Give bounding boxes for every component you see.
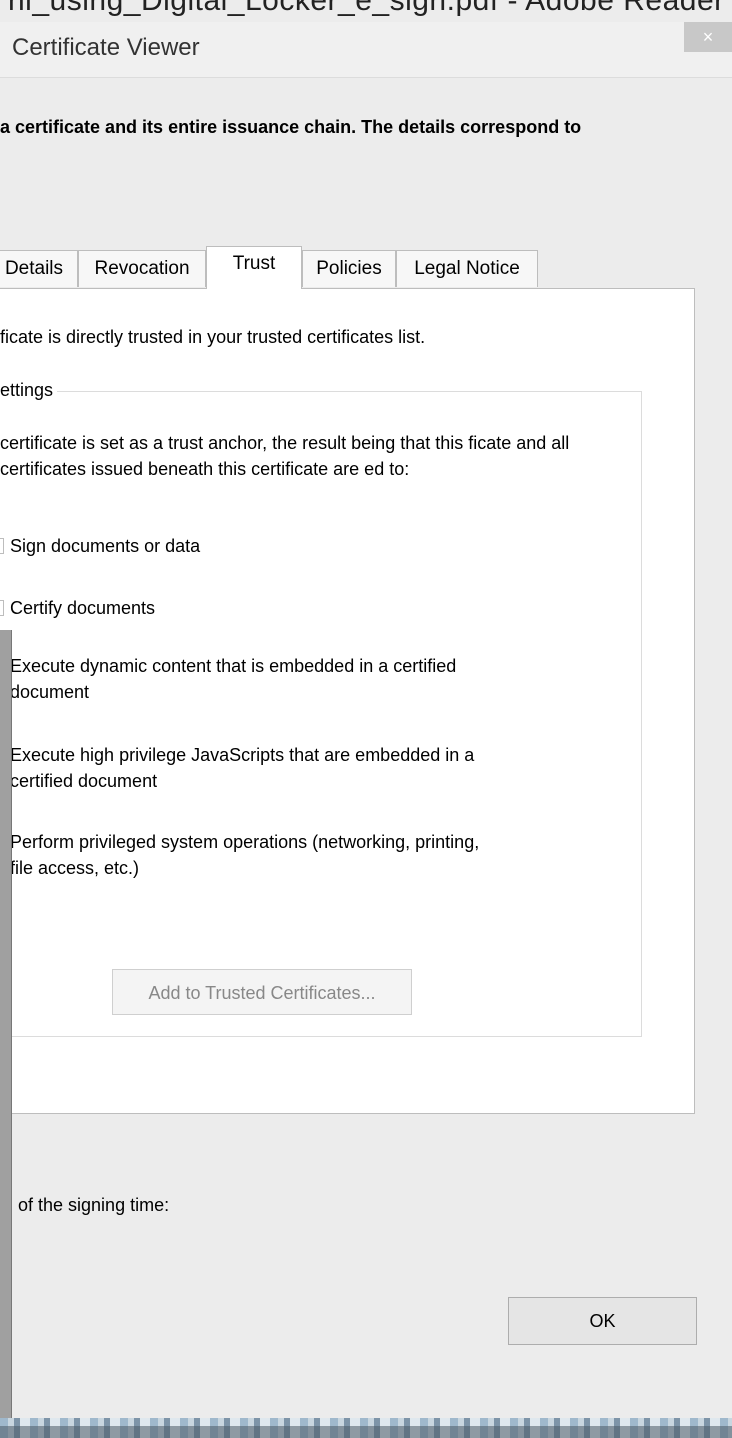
permission-label: Execute high privilege JavaScripts that … <box>10 745 475 765</box>
intro-text: a certificate and its entire issuance ch… <box>0 117 582 137</box>
checkbox[interactable] <box>0 538 4 554</box>
trust-status-text: ficate is directly trusted in your trust… <box>0 327 426 347</box>
tab-details[interactable]: Details <box>0 250 78 287</box>
taskbar-strip <box>0 1418 732 1438</box>
tab-legal-notice[interactable]: Legal Notice <box>396 250 538 287</box>
trust-settings-label: ettings <box>0 380 58 401</box>
tab-trust[interactable]: Trust <box>206 246 302 289</box>
left-scrollbar[interactable] <box>0 630 12 1438</box>
permission-label: Perform privileged system operations (ne… <box>10 832 480 852</box>
permission-label: Execute dynamic content that is embedded… <box>10 656 457 676</box>
tab-bar: Details Revocation Trust Policies Legal … <box>0 246 700 289</box>
close-button[interactable]: × <box>684 22 732 52</box>
tab-policies[interactable]: Policies <box>302 250 396 287</box>
trust-anchor-description: certificate is set as a trust anchor, th… <box>0 433 570 479</box>
tab-revocation[interactable]: Revocation <box>78 250 206 287</box>
permission-label: Sign documents or data <box>10 536 201 556</box>
permission-label: Certify documents <box>10 598 156 618</box>
background-window-title: ni_using_Digital_Locker_e_sign.pdf - Ado… <box>0 0 732 16</box>
dialog-titlebar: Certificate Viewer <box>0 22 732 78</box>
dialog-title: Certificate Viewer <box>12 34 200 61</box>
signing-time-note: of the signing time: <box>18 1195 170 1215</box>
ok-button[interactable]: OK <box>508 1297 697 1345</box>
checkbox[interactable] <box>0 600 4 616</box>
trust-settings-group <box>0 391 642 1037</box>
add-to-trusted-certificates-button[interactable]: Add to Trusted Certificates... <box>112 969 412 1015</box>
close-icon: × <box>702 27 714 47</box>
